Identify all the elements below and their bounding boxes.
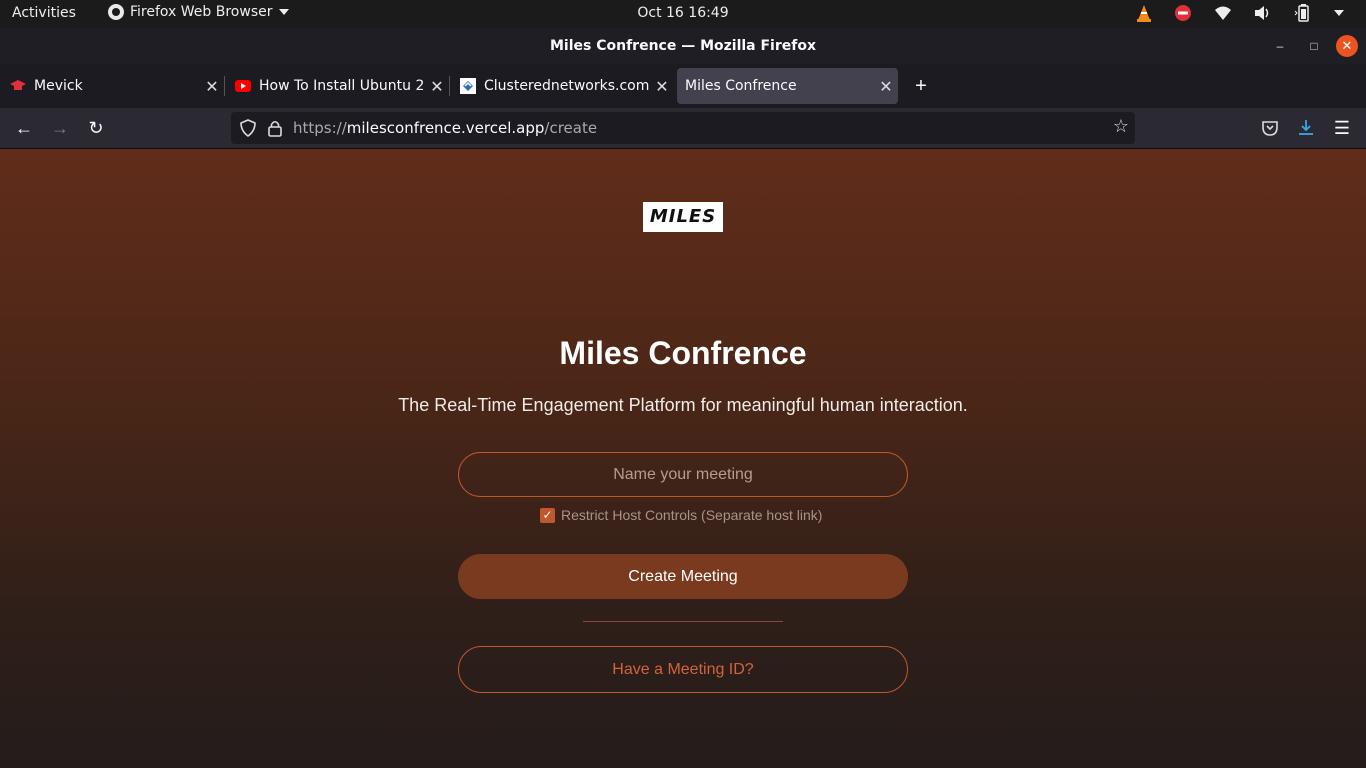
tab-miles-confrence[interactable]: Miles Confrence ✕: [677, 68, 898, 104]
youtube-icon: [235, 78, 251, 94]
tab-mevick[interactable]: Mevick ✕: [0, 68, 225, 104]
navigation-toolbar: ← → ↻ https://milesconfrence.vercel.app/…: [0, 108, 1366, 149]
tab-close-icon[interactable]: ✕: [874, 77, 898, 96]
clusterednetworks-icon: [460, 78, 476, 94]
window-title-bar: Miles Confrence — Mozilla Firefox – □ ✕: [0, 28, 1366, 64]
page-subtitle: The Real-Time Engagement Platform for me…: [398, 395, 968, 415]
tab-label: Clusterednetworks.com |: [484, 78, 650, 94]
minimize-button[interactable]: –: [1270, 36, 1290, 56]
graduation-cap-icon: [10, 78, 26, 94]
pocket-icon[interactable]: [1261, 119, 1279, 137]
maximize-button[interactable]: □: [1304, 36, 1324, 56]
divider: [583, 621, 783, 622]
app-menu-label: Firefox Web Browser: [130, 4, 273, 20]
tab-label: Miles Confrence: [685, 78, 797, 94]
tab-label: How To Install Ubuntu 20: [259, 78, 425, 94]
downloads-icon[interactable]: [1297, 119, 1315, 137]
tab-close-icon[interactable]: ✕: [650, 77, 674, 96]
bookmark-star-icon[interactable]: ☆: [1113, 116, 1129, 137]
new-tab-button[interactable]: +: [910, 76, 932, 98]
miles-logo: MILES: [643, 202, 723, 232]
tab-label: Mevick: [34, 78, 83, 94]
app-menu[interactable]: Firefox Web Browser: [108, 4, 289, 20]
restrict-host-controls-checkbox[interactable]: ✓ Restrict Host Controls (Separate host …: [540, 507, 822, 523]
create-meeting-button[interactable]: Create Meeting: [458, 554, 908, 599]
chevron-down-icon: [278, 9, 289, 15]
system-tray[interactable]: [1136, 4, 1344, 22]
checkmark-icon[interactable]: ✓: [540, 507, 555, 523]
tab-close-icon[interactable]: ✕: [425, 77, 449, 96]
page-content: MILES Miles Confrence The Real-Time Enga…: [0, 149, 1366, 768]
tab-strip: Mevick ✕ How To Install Ubuntu 20 ✕ Clus…: [0, 64, 1366, 108]
vlc-icon[interactable]: [1136, 4, 1152, 22]
window-title: Miles Confrence — Mozilla Firefox: [549, 38, 816, 54]
lock-icon[interactable]: [266, 119, 284, 137]
url-bar[interactable]: https://milesconfrence.vercel.app/create…: [231, 112, 1135, 144]
activities-button[interactable]: Activities: [12, 5, 76, 21]
battery-icon[interactable]: [1294, 4, 1312, 22]
tab-close-icon[interactable]: ✕: [200, 77, 224, 96]
url-path: /create: [544, 119, 598, 137]
forward-button[interactable]: →: [48, 116, 72, 140]
wifi-icon[interactable]: [1214, 5, 1232, 21]
window-close-button[interactable]: ✕: [1336, 35, 1358, 57]
system-top-bar: Activities Firefox Web Browser Oct 16 16…: [0, 0, 1366, 28]
url-text[interactable]: https://milesconfrence.vercel.app/create: [293, 119, 597, 137]
hamburger-menu-icon[interactable]: ☰: [1330, 116, 1354, 140]
restrict-host-controls-label[interactable]: Restrict Host Controls (Separate host li…: [561, 507, 822, 523]
tab-ubuntu-video[interactable]: How To Install Ubuntu 20 ✕: [225, 68, 450, 104]
volume-icon[interactable]: [1254, 5, 1272, 21]
shield-icon[interactable]: [239, 119, 257, 137]
page-title: Miles Confrence: [559, 335, 807, 371]
meeting-name-input[interactable]: [458, 452, 908, 497]
firefox-icon: [108, 4, 124, 20]
do-not-disturb-icon[interactable]: [1174, 4, 1192, 22]
system-menu-chevron-icon[interactable]: [1334, 10, 1344, 16]
back-button[interactable]: ←: [12, 116, 36, 140]
tab-clusterednetworks[interactable]: Clusterednetworks.com | ✕: [450, 68, 674, 104]
clock[interactable]: Oct 16 16:49: [637, 5, 728, 21]
url-scheme: https://: [293, 119, 347, 137]
reload-button[interactable]: ↻: [84, 116, 108, 140]
have-meeting-id-button[interactable]: Have a Meeting ID?: [458, 646, 908, 693]
url-host: milesconfrence.vercel.app: [346, 119, 545, 137]
